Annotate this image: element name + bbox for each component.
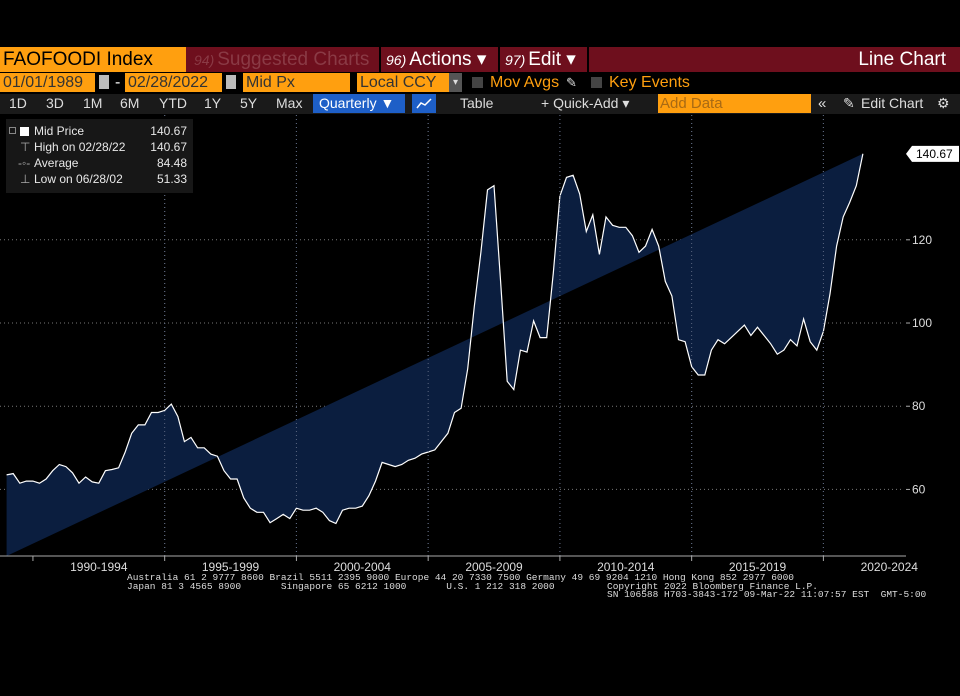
legend-row-average: -◦- Average 84.48 — [18, 156, 187, 170]
table-button[interactable]: Table — [460, 94, 493, 113]
legend-row-low: ⊥ Low on 06/28/02 51.33 — [20, 172, 187, 186]
currency-selector[interactable]: Local CCY — [357, 73, 449, 92]
gear-icon[interactable]: ⚙ — [937, 94, 950, 113]
actions-menu[interactable]: 96) Actions ▾ — [386, 47, 486, 72]
price-area — [6, 153, 863, 557]
frequency-selector[interactable]: Quarterly ▼ — [313, 94, 405, 113]
average-marker-icon: -◦- — [18, 156, 31, 170]
mov-avgs-checkbox[interactable] — [472, 77, 483, 88]
legend-row-high: ⊤ High on 02/28/22 140.67 — [20, 140, 187, 154]
date-range-row: 01/01/1989 - 02/28/2022 Mid Px Local CCY… — [0, 73, 960, 93]
ticker-field[interactable]: FAOFOODI Index — [0, 47, 186, 72]
last-price-label: 140.67 — [916, 147, 953, 161]
menu-divider — [498, 47, 500, 72]
low-marker-icon: ⊥ — [20, 172, 31, 186]
y-tick-label: 100 — [912, 316, 932, 330]
calendar-icon[interactable] — [99, 75, 109, 89]
mov-avgs-label: Mov Avgs — [490, 74, 560, 91]
period-max[interactable]: Max — [276, 94, 302, 113]
legend-box: Mid Price 140.67 ⊤ High on 02/28/22 140.… — [6, 119, 193, 193]
key-events-label: Key Events — [609, 74, 690, 91]
x-tick-label: 2020-2024 — [861, 560, 919, 574]
date-separator: - — [115, 74, 121, 91]
menu-divider — [379, 47, 381, 72]
line-chart-icon[interactable] — [412, 94, 436, 113]
dropdown-arrow-icon[interactable]: ▾ — [449, 73, 462, 92]
period-ytd[interactable]: YTD — [159, 94, 187, 113]
pencil-icon[interactable]: ✎ — [566, 74, 577, 91]
edit-menu[interactable]: 97) Edit ▾ — [505, 47, 576, 72]
pencil-icon[interactable]: ✎ — [843, 94, 855, 113]
period-5y[interactable]: 5Y — [240, 94, 257, 113]
menu-divider — [587, 47, 589, 72]
period-1m[interactable]: 1M — [83, 94, 102, 113]
contact-footer-2: Japan 81 3 4565 8900 Singapore 65 6212 1… — [127, 581, 555, 592]
calendar-icon[interactable] — [226, 75, 236, 89]
chart-type-title: Line Chart — [858, 49, 946, 70]
period-6m[interactable]: 6M — [120, 94, 139, 113]
x-tick-label: 1990-1994 — [70, 560, 128, 574]
key-events-checkbox[interactable] — [591, 77, 602, 88]
edit-chart-button[interactable]: Edit Chart — [861, 94, 923, 113]
toolbar-row: 1D 3D 1M 6M YTD 1Y 5Y Max Quarterly ▼ Ta… — [0, 94, 960, 114]
collapse-icon[interactable]: « — [818, 94, 826, 113]
y-tick-label: 60 — [912, 482, 926, 496]
period-1d[interactable]: 1D — [9, 94, 27, 113]
end-date-field[interactable]: 02/28/2022 — [125, 73, 222, 92]
line-chart-icon — [416, 98, 432, 109]
legend-row-mid-price: Mid Price 140.67 — [6, 123, 193, 139]
high-marker-icon: ⊤ — [20, 140, 31, 154]
quick-add-button[interactable]: + Quick-Add ▾ — [541, 94, 629, 113]
start-date-field[interactable]: 01/01/1989 — [0, 73, 95, 92]
period-1y[interactable]: 1Y — [204, 94, 221, 113]
title-bar: FAOFOODI Index 94) Suggested Charts 96) Ac… — [0, 47, 960, 72]
suggested-charts-menu[interactable]: 94) Suggested Charts — [194, 47, 369, 72]
add-data-input[interactable]: Add Data — [658, 94, 811, 113]
period-3d[interactable]: 3D — [46, 94, 64, 113]
session-info: SN 106588 H703-3843-172 09-Mar-22 11:07:… — [607, 589, 927, 600]
y-tick-label: 80 — [912, 399, 926, 413]
y-tick-label: 120 — [912, 233, 932, 247]
field-selector[interactable]: Mid Px — [243, 73, 350, 92]
series-swatch-icon — [20, 127, 29, 136]
